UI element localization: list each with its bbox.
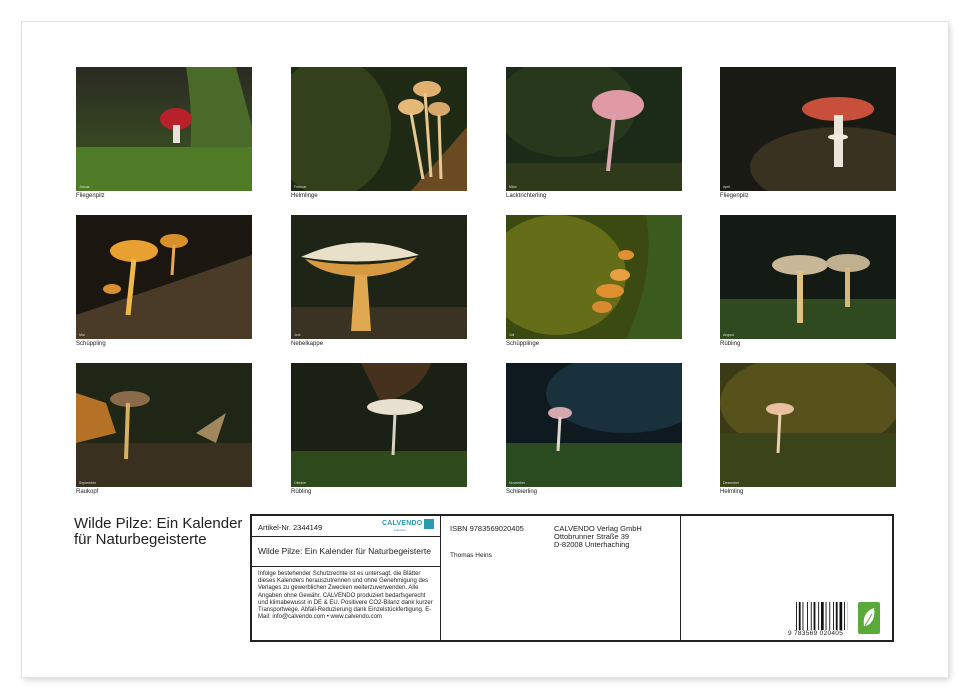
month-label: Januar xyxy=(79,185,90,189)
calvendo-logo-icon xyxy=(424,519,434,529)
month-label: Mai xyxy=(79,333,85,337)
month-label: Februar xyxy=(294,185,307,189)
photo-caption: Lacktrichterling xyxy=(506,193,547,199)
photo-july xyxy=(506,215,682,339)
photo-june xyxy=(291,215,467,339)
photo-march xyxy=(506,67,682,191)
photo-february xyxy=(291,67,467,191)
author: Thomas Heins xyxy=(450,552,492,559)
photo-caption: Rübling xyxy=(291,489,312,495)
month-label: September xyxy=(79,481,97,485)
isbn: ISBN 9783569020405 xyxy=(450,524,524,533)
calendar-title: Wilde Pilze: Ein Kalender für Naturbegei… xyxy=(74,515,243,548)
month-label: November xyxy=(509,481,526,485)
photo-april xyxy=(720,67,896,191)
month-label: März xyxy=(509,185,517,189)
eco-leaf-icon xyxy=(858,602,880,634)
photo-december xyxy=(720,363,896,487)
photo-january xyxy=(76,67,252,191)
photo-caption: Helmlinge xyxy=(291,193,318,199)
calvendo-logo: CALVENDO xyxy=(382,520,423,527)
publisher-city: D-82008 Unterhaching xyxy=(554,540,630,549)
photo-august xyxy=(720,215,896,339)
article-number: Artikel-Nr. 2344149 xyxy=(258,523,323,532)
photo-caption: Schüpplinge xyxy=(506,341,540,347)
month-label: August xyxy=(723,333,734,337)
month-label: April xyxy=(723,185,731,189)
photo-caption: Fliegenpilz xyxy=(76,193,105,199)
photo-caption: Helmling xyxy=(720,489,744,495)
month-label: Juni xyxy=(294,333,301,337)
photo-caption: Rübling xyxy=(720,341,741,347)
photo-caption: Fliegenpilz xyxy=(720,193,749,199)
photo-october xyxy=(291,363,467,487)
product-title: Wilde Pilze: Ein Kalender für Naturbegei… xyxy=(258,546,431,556)
photo-may xyxy=(76,215,252,339)
photo-caption: Nebelkappe xyxy=(291,341,324,347)
photo-caption: Schleierling xyxy=(506,489,538,495)
barcode xyxy=(796,602,848,630)
photo-november xyxy=(506,363,682,487)
month-label: Juli xyxy=(509,333,515,337)
barcode-number: 9 783569 020405 xyxy=(788,630,844,637)
product-info-box: Artikel-Nr. 2344149 CALVENDO Kalender Wi… xyxy=(250,514,894,642)
legal-notice: Infolge bestehender Schutzrechte ist es … xyxy=(258,571,433,621)
month-label: Oktober xyxy=(294,481,307,485)
photo-caption: Schüppling xyxy=(76,341,106,347)
calvendo-logo-sub: Kalender xyxy=(394,528,407,532)
month-label: Dezember xyxy=(723,481,740,485)
photo-caption: Raukopf xyxy=(76,489,99,495)
photo-september xyxy=(76,363,252,487)
